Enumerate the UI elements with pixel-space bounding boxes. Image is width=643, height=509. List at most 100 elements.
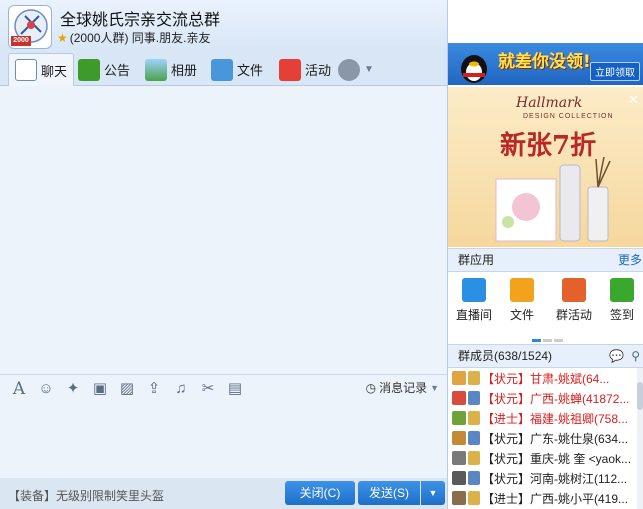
member-name: 【状元】重庆-姚 奎 <yaok... <box>482 451 632 466</box>
chat-icon[interactable]: 💬 <box>609 345 624 367</box>
member-name: 【进士】广西-姚小平(419... <box>482 491 629 506</box>
gift-icon[interactable]: ▣ <box>89 379 111 399</box>
member-row[interactable]: 【状元】广西-姚蝉(41872... <box>448 388 643 408</box>
member-level-icon <box>468 391 480 405</box>
member-name: 【状元】甘肃-姚斌(64... <box>482 371 610 386</box>
penguin-icon <box>461 55 487 83</box>
chevron-down-icon: ▼ <box>364 64 374 75</box>
member-row[interactable]: 【状元】河南-姚树江(112... <box>448 468 643 488</box>
tab-activity[interactable]: 活动 <box>279 53 331 86</box>
member-name: 【状元】广东-姚仕泉(634... <box>482 431 629 446</box>
more-tools-icon[interactable]: ▤ <box>224 379 246 399</box>
folder-icon <box>211 58 233 81</box>
member-avatar-icon <box>452 431 466 445</box>
image-icon[interactable]: ▨ <box>116 379 138 399</box>
member-row[interactable]: 【进士】广西-姚小平(419... <box>448 488 643 508</box>
group-title: 全球姚氏宗亲交流总群 <box>60 12 221 29</box>
tab-chat-label: 聊天 <box>41 63 68 79</box>
message-input[interactable] <box>0 402 447 478</box>
member-avatar-icon <box>452 471 466 485</box>
app-files-label: 文件 <box>509 308 534 322</box>
tab-chat[interactable]: 聊天 <box>8 53 75 86</box>
group-subtitle-text: (2000人群) 同事.朋友.亲友 <box>69 31 211 45</box>
app-live-label: 直播间 <box>455 308 492 322</box>
member-name: 【进士】福建-姚祖卿(758... <box>482 411 629 426</box>
member-row[interactable]: 【状元】广东-姚仕泉(634... <box>448 428 643 448</box>
chevron-down-icon: ▼ <box>430 382 439 393</box>
close-button[interactable]: 关闭(C) <box>285 481 355 505</box>
member-list: 【状元】甘肃-姚斌(64... 【状元】广西-姚蝉(41872... 【进士】福建-… <box>448 368 643 509</box>
star-icon: ★ <box>57 31 68 45</box>
hallmark-ad[interactable]: Hallmark DESIGN COLLECTION 新张7折 <box>448 87 643 247</box>
equipment-text: 【装备】无级别限制笑里头盔 <box>8 489 165 503</box>
tab-announcement[interactable]: 公告 <box>78 53 130 86</box>
ad-close-icon[interactable]: ✕ <box>628 92 639 108</box>
font-icon[interactable]: A <box>8 379 30 399</box>
photo-icon <box>145 58 167 81</box>
tab-album[interactable]: 相册 <box>145 53 197 86</box>
settings-button[interactable]: ▼ <box>338 53 374 86</box>
tab-files-label: 文件 <box>237 63 264 78</box>
members-header: 群成员(638/1524) 💬 ⚲ <box>448 344 643 368</box>
right-panel: 就差你没领! 立即领取 Hallmark DESIGN COLLECTION 新… <box>447 0 643 509</box>
scrollbar-thumb[interactable] <box>637 382 643 410</box>
group-apps-header: 群应用 更多 <box>448 248 643 272</box>
more-apps-link[interactable]: 更多 <box>618 249 642 271</box>
member-avatar-icon <box>452 491 466 505</box>
input-toolbar: A ☺ ✦ ▣ ▨ ⇪ ♫ ✂ ▤ ◷ 消息记录 ▼ <box>0 374 447 402</box>
folder-icon <box>510 278 534 302</box>
chat-bubble-icon <box>15 59 37 81</box>
search-icon[interactable]: ⚲ <box>631 345 640 367</box>
ad-banner-text: 就差你没领! <box>498 52 591 72</box>
gear-icon <box>338 58 360 81</box>
claim-now-button[interactable]: 立即领取 <box>590 62 640 81</box>
product-image <box>495 157 611 242</box>
app-checkin-label: 签到 <box>609 308 634 322</box>
activity-flag-icon <box>279 58 301 81</box>
emoji-icon[interactable]: ☺ <box>35 379 57 399</box>
live-icon <box>462 278 486 302</box>
checkin-icon <box>610 278 634 302</box>
member-level-icon <box>468 431 480 445</box>
screenshot-scissors-icon[interactable]: ✂ <box>197 379 219 399</box>
music-icon[interactable]: ♫ <box>170 379 192 399</box>
activity-icon <box>562 278 586 302</box>
hallmark-brand: Hallmark <box>516 95 583 111</box>
member-row[interactable]: 【进士】福建-姚祖卿(758... <box>448 408 643 428</box>
members-title: 群成员(638/1524) <box>458 349 553 363</box>
message-history-button[interactable]: ◷ 消息记录 ▼ <box>366 379 439 396</box>
flag-icon <box>78 58 100 81</box>
tab-files[interactable]: 文件 <box>211 53 263 86</box>
member-avatar-icon <box>452 371 466 385</box>
member-level-icon <box>468 491 480 505</box>
app-activity[interactable]: 群活动 <box>552 278 596 323</box>
member-name: 【状元】河南-姚树江(112... <box>482 471 628 486</box>
send-button[interactable]: 发送(S) <box>358 481 420 505</box>
avatar-tag: 2000 <box>11 36 31 46</box>
qq-game-ad-banner[interactable]: 就差你没领! 立即领取 <box>448 43 643 85</box>
tab-activity-label: 活动 <box>305 63 332 78</box>
app-files[interactable]: 文件 <box>500 278 544 323</box>
member-list-scrollbar[interactable] <box>637 368 643 509</box>
member-level-icon <box>468 451 480 465</box>
send-options-chevron-icon[interactable]: ▼ <box>421 481 445 505</box>
app-checkin[interactable]: 签到 <box>600 278 643 323</box>
group-toolbar: 聊天 公告 相册 文件 活动 ▼ <box>0 50 447 86</box>
page-indicator <box>532 331 565 345</box>
tab-announcement-label: 公告 <box>104 63 131 78</box>
member-level-icon <box>468 411 480 425</box>
member-avatar-icon <box>452 411 466 425</box>
member-level-icon <box>468 371 480 385</box>
tab-album-label: 相册 <box>171 63 198 78</box>
clock-icon: ◷ <box>365 380 377 395</box>
chat-message-area[interactable] <box>0 86 447 374</box>
hallmark-sub: DESIGN COLLECTION <box>523 113 614 120</box>
member-row[interactable]: 【状元】重庆-姚 奎 <yaok... <box>448 448 643 468</box>
group-avatar[interactable]: 2000 <box>8 5 52 49</box>
member-avatar-icon <box>452 391 466 405</box>
group-apps-title: 群应用 <box>458 253 495 267</box>
magic-wand-icon[interactable]: ✦ <box>62 379 84 399</box>
upload-icon[interactable]: ⇪ <box>143 379 165 399</box>
member-row[interactable]: 【状元】甘肃-姚斌(64... <box>448 368 643 388</box>
app-live[interactable]: 直播间 <box>452 278 496 323</box>
